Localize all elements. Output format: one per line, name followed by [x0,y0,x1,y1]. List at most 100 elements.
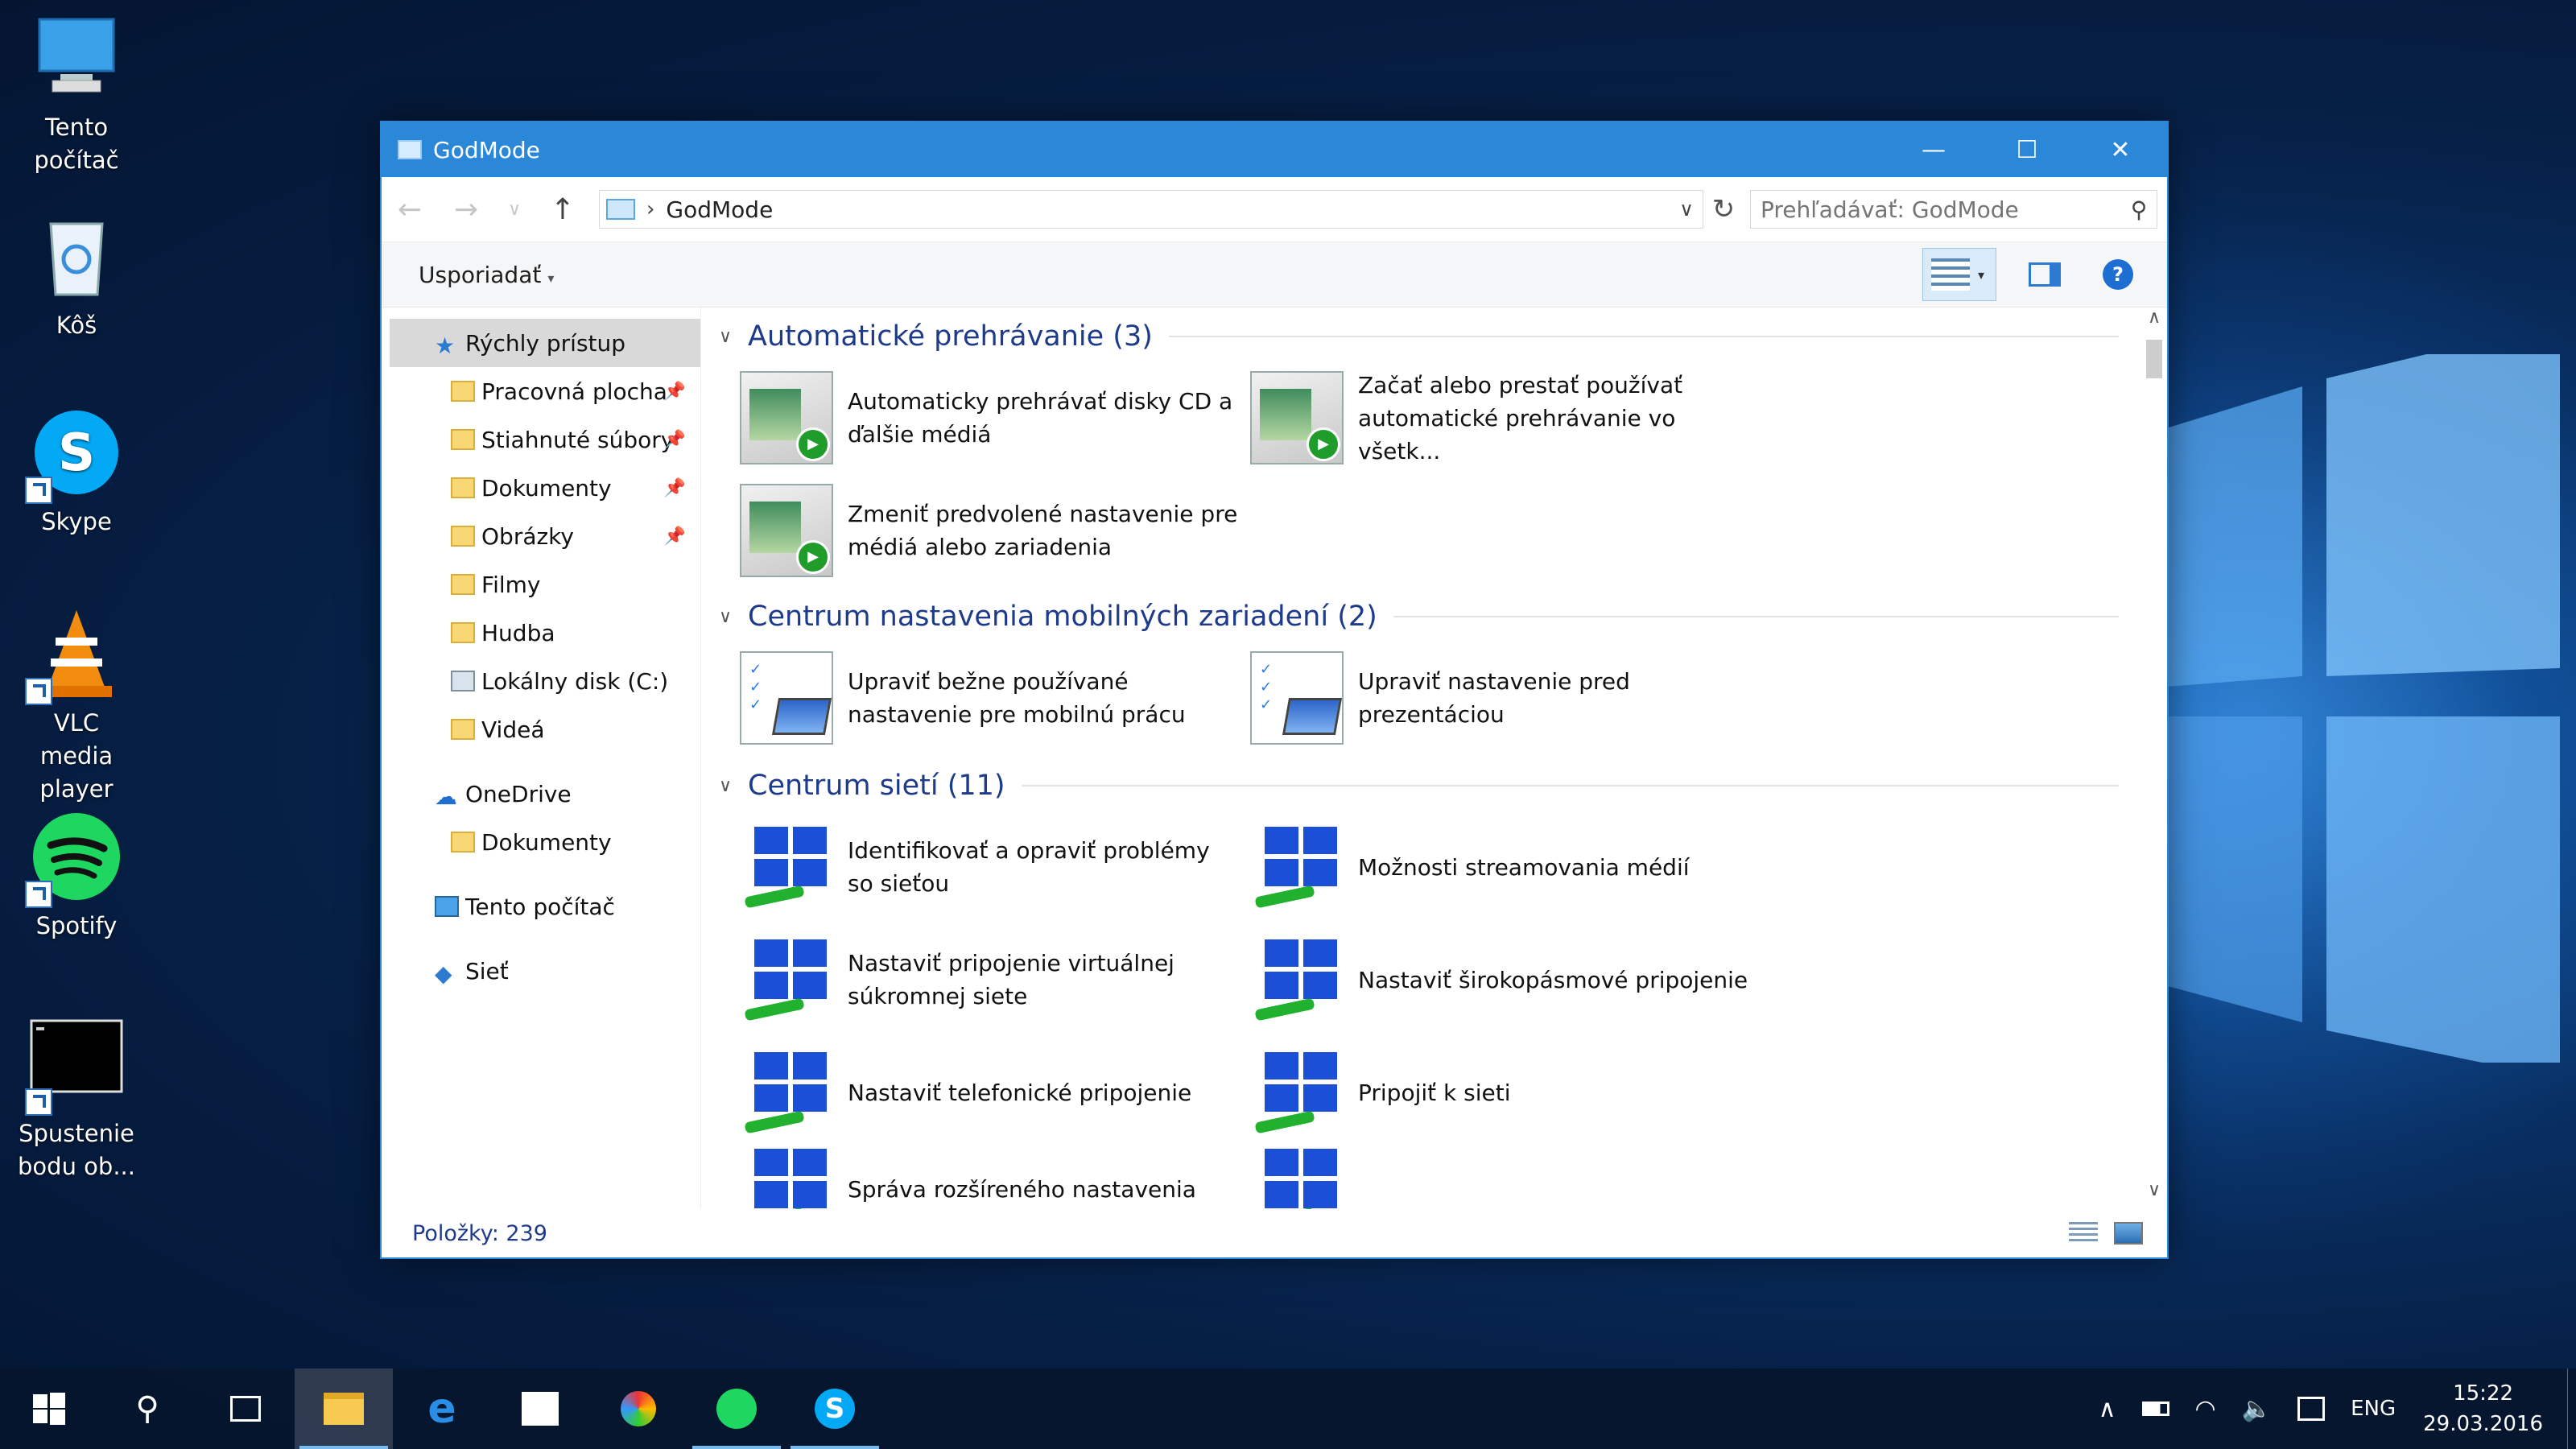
address-bar[interactable]: › GodMode ∨ [599,190,1703,229]
details-view-toggle-icon[interactable] [2069,1222,2098,1245]
nav-item-this-pc[interactable]: Tento počítač [382,882,700,931]
title-bar[interactable]: GodMode — ☐ ✕ [382,122,2167,177]
nav-item-movies[interactable]: Filmy [382,560,700,609]
organize-button[interactable]: Usporiadať ▾ [419,262,554,288]
item-mobility-settings[interactable]: Upraviť bežne používané nastavenie pre mo… [740,646,1239,750]
volume-icon[interactable]: 🔈 [2242,1395,2272,1423]
folder-icon [451,574,475,595]
group-header-autoplay[interactable]: ∨ Automatické prehrávanie (3) [719,317,2119,356]
spotify-icon [25,808,125,908]
item-label-line: Nastaviť telefonické pripojenie [848,1079,1192,1106]
search-input[interactable] [1751,195,2121,224]
desktop-icon-vlc[interactable]: VLC media player [0,605,153,806]
cloud-icon: ☁ [435,783,457,810]
taskbar-paint[interactable] [589,1368,687,1449]
desktop-icon-spotify[interactable]: Spotify [0,808,153,943]
item-label-line: Zmeniť predvolené nastavenie pre [848,501,1238,527]
item-autoplay-toggle[interactable]: ▶ Začať alebo prestať používať automatick… [1250,365,1749,470]
group-header-mobility[interactable]: ∨ Centrum nastavenia mobilných zariadení… [719,597,2119,636]
item-media-streaming[interactable]: Možnosti streamovania médií [1250,815,1749,919]
nav-item-label: OneDrive [465,780,572,807]
preview-pane-button[interactable] [2029,262,2061,287]
help-button[interactable]: ? [2103,259,2133,290]
item-broadband-setup[interactable]: Nastaviť širokopásmové pripojenie [1250,927,1749,1032]
clock[interactable]: 15:22 29.03.2016 [2423,1378,2543,1439]
nav-item-documents[interactable]: Dokumenty 📌 [382,464,700,512]
battery-icon[interactable] [2141,1402,2169,1416]
breadcrumb-godmode[interactable]: GodMode [666,196,1670,223]
items-view: ∨ Automatické prehrávanie (3) ▶ Automati… [701,308,2167,1209]
forward-button[interactable]: → [438,193,494,226]
network-icon [1250,820,1344,914]
taskbar-edge[interactable]: e [393,1368,491,1449]
wifi-icon[interactable]: ◠ [2195,1395,2216,1423]
scroll-down-icon[interactable]: ∨ [2141,1180,2167,1209]
item-connect-network[interactable]: Pripojiť k sieti [1250,1040,1749,1145]
desktop-icon-skype[interactable]: S Skype [0,404,153,539]
item-vpn-setup[interactable]: Nastaviť pripojenie virtuálnej súkromnej … [740,927,1239,1032]
scroll-thumb[interactable] [2146,340,2162,378]
item-network-partial[interactable] [1250,1137,1749,1209]
nav-item-label: Dokumenty [481,474,612,502]
show-desktop-button[interactable] [2567,1368,2576,1449]
chevron-down-icon[interactable]: ∨ [1670,198,1703,221]
control-panel-icon [606,199,635,220]
nav-item-videos[interactable]: Videá [382,705,700,753]
item-autoplay-cd[interactable]: ▶ Automaticky prehrávať disky CD a ďalšie… [740,365,1239,470]
desktop-icon-this-pc[interactable]: Tento počítač [0,10,153,177]
group-header-network-center[interactable]: ∨ Centrum sietí (11) [719,766,2119,805]
item-advanced-sharing[interactable]: Správa rozšíreného nastavenia [740,1137,1239,1209]
item-label: Zmeniť predvolené nastavenie pre médiá al… [848,497,1237,564]
vertical-scrollbar[interactable]: ∧ ∨ [2141,308,2167,1209]
item-autoplay-defaults[interactable]: ▶ Zmeniť predvolené nastavenie pre médiá … [740,478,1239,583]
scroll-up-icon[interactable]: ∧ [2141,308,2167,336]
task-view-button[interactable] [196,1368,295,1449]
nav-item-downloads[interactable]: Stiahnuté súbory 📌 [382,415,700,464]
nav-item-desktop[interactable]: Pracovná plocha 📌 [382,367,700,415]
back-button[interactable]: ← [382,193,438,226]
control-panel-icon [398,140,422,159]
network-globe-icon: ◆ [435,960,452,987]
change-view-button[interactable]: ▾ [1922,248,1996,301]
start-button[interactable] [0,1368,98,1449]
nav-item-onedrive-documents[interactable]: Dokumenty [382,818,700,866]
computer-icon [435,896,459,917]
show-hidden-icons-button[interactable]: ∧ [2099,1395,2116,1423]
caret-down-icon: ▾ [1978,266,1985,283]
desktop-icon-recycle-bin[interactable]: Kôš [0,208,153,342]
taskbar-spotify[interactable] [687,1368,786,1449]
item-presentation-settings[interactable]: Upraviť nastavenie pred prezentáciou [1250,646,1749,750]
nav-item-pictures[interactable]: Obrázky 📌 [382,512,700,560]
mobility-center-icon [740,651,833,745]
language-indicator[interactable]: ENG [2351,1397,2396,1421]
maximize-button[interactable]: ☐ [1980,122,2074,177]
item-label-line: Upraviť bežne používané [848,668,1129,695]
up-button[interactable]: ↑ [535,193,591,226]
search-box[interactable]: ⚲ [1750,190,2157,229]
paint-icon [621,1391,656,1426]
large-icons-view-toggle-icon[interactable] [2114,1222,2143,1245]
chevron-down-icon[interactable]: ∨ [719,776,748,796]
nav-item-network[interactable]: ◆ Sieť [382,947,700,995]
recent-locations-button[interactable]: ∨ [494,200,535,220]
nav-item-onedrive[interactable]: ☁ OneDrive [382,770,700,818]
item-dialup-setup[interactable]: Nastaviť telefonické pripojenie [740,1040,1239,1145]
item-network-troubleshoot[interactable]: Identifikovať a opraviť problémy so sieťo… [740,815,1239,919]
action-center-icon[interactable] [2297,1397,2326,1421]
close-button[interactable]: ✕ [2074,122,2167,177]
minimize-button[interactable]: — [1887,122,1980,177]
search-button[interactable]: ⚲ [98,1368,196,1449]
refresh-button[interactable]: ↻ [1703,193,1744,225]
item-label-line: súkromnej siete [848,983,1028,1009]
chevron-down-icon[interactable]: ∨ [719,327,748,347]
search-icon[interactable]: ⚲ [2121,196,2157,223]
nav-item-local-disk[interactable]: Lokálny disk (C:) [382,657,700,705]
network-icon [1250,1142,1344,1209]
taskbar-file-explorer[interactable] [295,1368,393,1449]
chevron-down-icon[interactable]: ∨ [719,607,748,627]
nav-item-quick-access[interactable]: ★ Rýchly prístup [390,319,700,367]
taskbar-store[interactable] [491,1368,589,1449]
desktop-icon-restore-point[interactable]: Spustenie bodu ob... [0,1016,153,1183]
taskbar-skype[interactable]: S [786,1368,884,1449]
nav-item-music[interactable]: Hudba [382,609,700,657]
